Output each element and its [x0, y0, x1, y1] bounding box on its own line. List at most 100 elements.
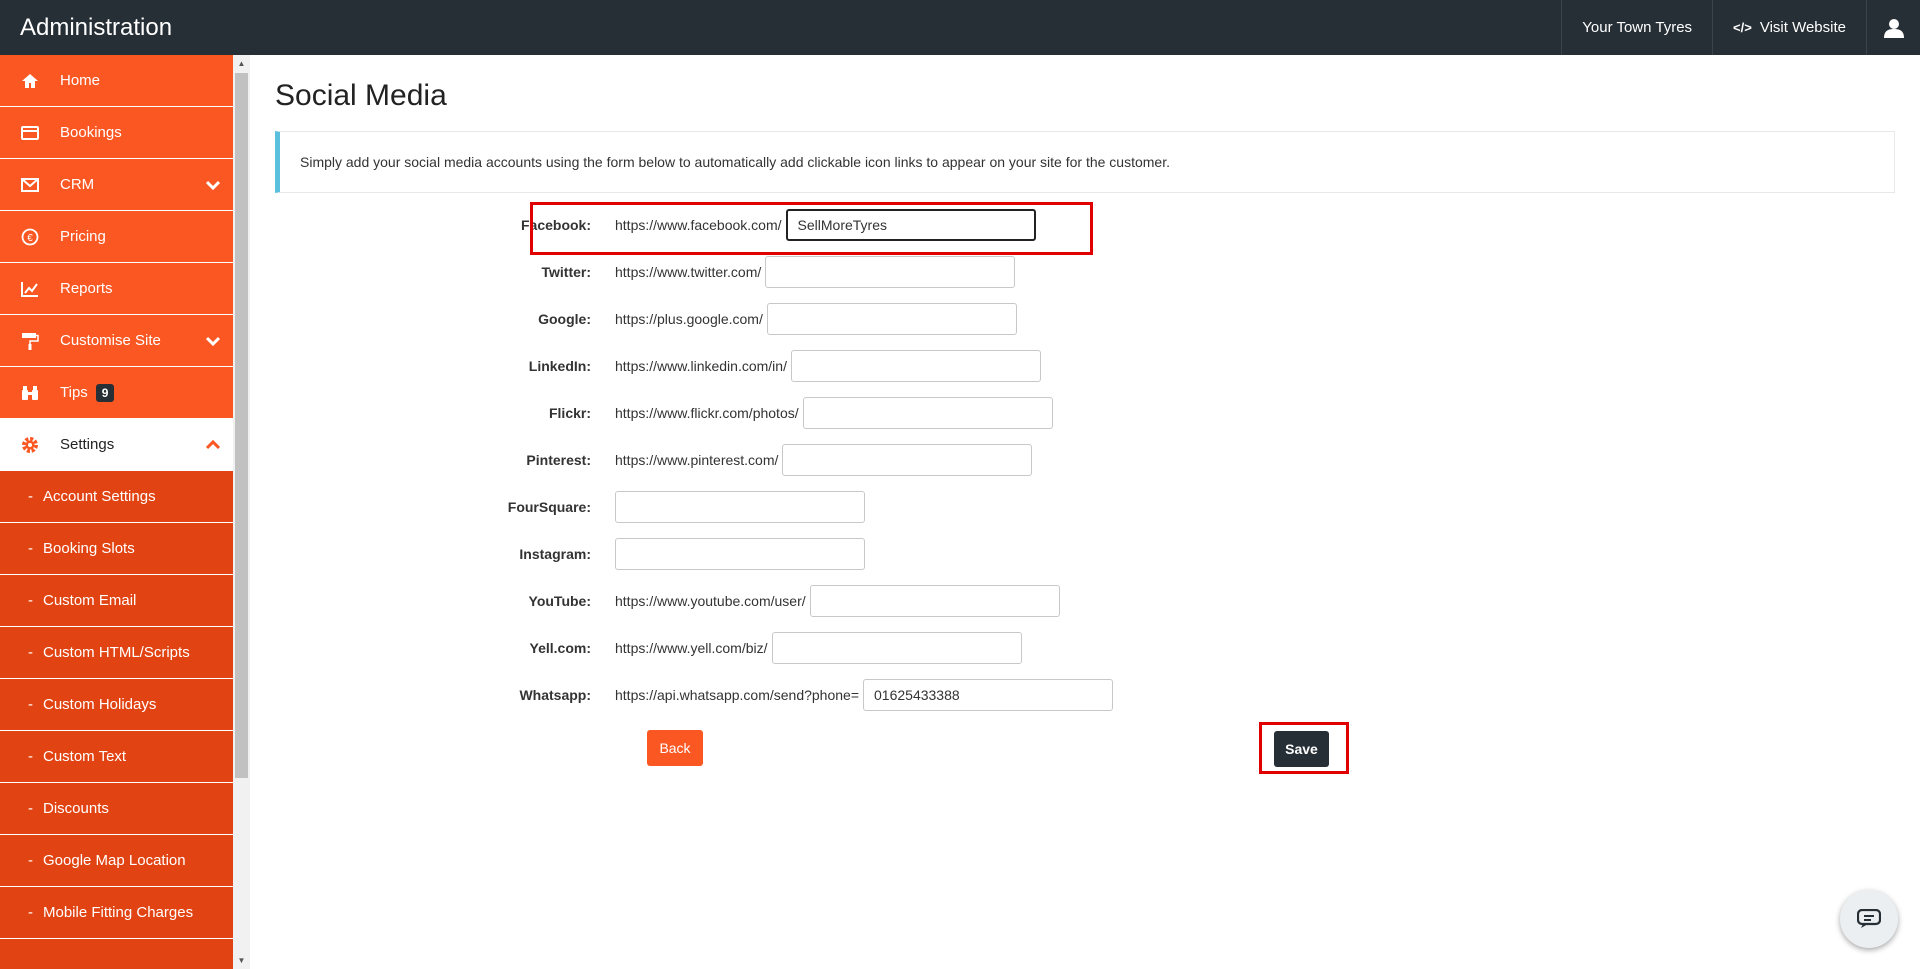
- twitter-input[interactable]: [765, 256, 1016, 288]
- visit-website-label: Visit Website: [1759, 19, 1846, 36]
- pinterest-prefix: https://www.pinterest.com/: [615, 452, 779, 468]
- scroll-up-arrow-icon[interactable]: ▲: [233, 55, 250, 72]
- flickr-prefix: https://www.flickr.com/photos/: [615, 405, 799, 421]
- user-icon: [1883, 18, 1904, 38]
- youtube-label: YouTube:: [528, 593, 591, 609]
- sidebar-subitem-account-settings[interactable]: - Account Settings: [0, 471, 233, 523]
- sidebar-subitem-more[interactable]: [0, 939, 233, 969]
- yell-input[interactable]: [771, 632, 1022, 664]
- user-menu-button[interactable]: [1866, 0, 1920, 55]
- binoculars-icon: [0, 385, 60, 401]
- foursquare-input[interactable]: [615, 491, 865, 523]
- form-row-instagram: Instagram:: [275, 534, 865, 574]
- sidebar-subitem-mobile-fitting-charges[interactable]: - Mobile Fitting Charges: [0, 887, 233, 939]
- form-row-yell: Yell.com: https://www.yell.com/biz/: [275, 628, 1022, 668]
- yell-label: Yell.com:: [529, 640, 591, 656]
- envelope-icon: [0, 177, 60, 192]
- visit-website-link[interactable]: </> Visit Website: [1712, 0, 1866, 55]
- youtube-prefix: https://www.youtube.com/user/: [615, 593, 806, 609]
- business-name-link[interactable]: Your Town Tyres: [1561, 0, 1712, 55]
- sidebar-item-label: Home: [60, 72, 101, 89]
- sidebar-subitem-booking-slots[interactable]: - Booking Slots: [0, 523, 233, 575]
- form-row-foursquare: FourSquare:: [275, 487, 865, 527]
- tips-label: Tips: [60, 383, 88, 401]
- sidebar-subitem-label: Custom Email: [43, 592, 137, 609]
- card-icon: [0, 125, 60, 140]
- flickr-input[interactable]: [802, 397, 1053, 429]
- instagram-input[interactable]: [615, 538, 865, 570]
- back-button[interactable]: Back: [647, 730, 703, 766]
- save-button[interactable]: Save: [1274, 731, 1329, 767]
- sidebar-subitem-label: Discounts: [43, 800, 109, 817]
- sidebar-item-reports[interactable]: Reports: [0, 263, 233, 315]
- scrollbar-thumb[interactable]: [235, 73, 248, 778]
- chevron-down-icon: [193, 180, 233, 190]
- sidebar-subitem-custom-text[interactable]: - Custom Text: [0, 731, 233, 783]
- chat-widget-button[interactable]: [1840, 890, 1898, 948]
- form-row-google: Google: https://plus.google.com/: [275, 299, 1017, 339]
- code-icon: </>: [1733, 20, 1752, 35]
- foursquare-label: FourSquare:: [507, 499, 591, 515]
- sidebar-subitem-label: Mobile Fitting Charges: [43, 904, 194, 921]
- google-label: Google:: [538, 311, 591, 327]
- whatsapp-input[interactable]: [863, 679, 1114, 711]
- sidebar-item-label: Settings: [60, 436, 115, 453]
- yell-prefix: https://www.yell.com/biz/: [615, 640, 768, 656]
- page-title: Social Media: [275, 79, 447, 112]
- sidebar-subitem-label: Custom Text: [43, 748, 127, 765]
- app-title: Administration: [20, 13, 173, 41]
- sidebar-item-label: CRM: [60, 176, 95, 193]
- twitter-label: Twitter:: [541, 264, 591, 280]
- sidebar-subitem-custom-html-scripts[interactable]: - Custom HTML/Scripts: [0, 627, 233, 679]
- form-row-youtube: YouTube: https://www.youtube.com/user/: [275, 581, 1060, 621]
- facebook-highlight-box: [530, 202, 1093, 255]
- sidebar-subitem-label: Custom HTML/Scripts: [43, 644, 190, 661]
- whatsapp-prefix: https://api.whatsapp.com/send?phone=: [615, 687, 860, 703]
- google-input[interactable]: [766, 303, 1017, 335]
- form-row-whatsapp: Whatsapp: https://api.whatsapp.com/send?…: [275, 675, 1114, 715]
- flickr-label: Flickr:: [548, 405, 591, 421]
- google-prefix: https://plus.google.com/: [615, 311, 763, 327]
- gear-icon: [0, 436, 60, 454]
- form-row-linkedin: LinkedIn: https://www.linkedin.com/in/: [275, 346, 1041, 386]
- instagram-label: Instagram:: [519, 546, 591, 562]
- chevron-down-icon: [193, 336, 233, 346]
- youtube-input[interactable]: [809, 585, 1060, 617]
- twitter-prefix: https://www.twitter.com/: [615, 264, 762, 280]
- scroll-down-arrow-icon[interactable]: ▼: [233, 952, 250, 969]
- sidebar-subitem-custom-holidays[interactable]: - Custom Holidays: [0, 679, 233, 731]
- linkedin-label: LinkedIn:: [528, 358, 591, 374]
- euro-icon: €: [0, 228, 60, 246]
- sidebar-item-label: Bookings: [60, 124, 122, 141]
- sidebar-subitem-discounts[interactable]: - Discounts: [0, 783, 233, 835]
- paint-roller-icon: [0, 332, 60, 350]
- linkedin-input[interactable]: [790, 350, 1041, 382]
- pinterest-input[interactable]: [782, 444, 1033, 476]
- sidebar-item-settings[interactable]: Settings: [0, 419, 233, 471]
- sidebar-item-pricing[interactable]: € Pricing: [0, 211, 233, 263]
- sidebar-subitem-custom-email[interactable]: - Custom Email: [0, 575, 233, 627]
- home-icon: [0, 73, 60, 89]
- sidebar-item-label: Customise Site: [60, 332, 161, 349]
- sidebar-item-crm[interactable]: CRM: [0, 159, 233, 211]
- sidebar-item-tips[interactable]: Tips 9: [0, 367, 233, 419]
- svg-text:€: €: [27, 233, 33, 244]
- sidebar-subitem-google-map-location[interactable]: - Google Map Location: [0, 835, 233, 887]
- sidebar-item-label: Tips 9: [60, 383, 233, 402]
- sidebar-scrollbar[interactable]: ▲ ▼: [233, 55, 250, 969]
- form-row-flickr: Flickr: https://www.flickr.com/photos/: [275, 393, 1053, 433]
- sidebar-item-customise-site[interactable]: Customise Site: [0, 315, 233, 367]
- info-text: Simply add your social media accounts us…: [300, 154, 1170, 170]
- sidebar-subitem-label: Google Map Location: [43, 852, 186, 869]
- sidebar-item-home[interactable]: Home: [0, 55, 233, 107]
- form-row-pinterest: Pinterest: https://www.pinterest.com/: [275, 440, 1033, 480]
- top-bar: Administration Your Town Tyres </> Visit…: [0, 0, 1920, 55]
- sidebar-item-bookings[interactable]: Bookings: [0, 107, 233, 159]
- whatsapp-label: Whatsapp:: [519, 687, 591, 703]
- chevron-up-icon: [193, 439, 233, 450]
- main-content: Social Media Simply add your social medi…: [275, 55, 1895, 193]
- info-callout: Simply add your social media accounts us…: [275, 131, 1895, 193]
- chat-icon: [1857, 909, 1881, 928]
- chart-icon: [0, 281, 60, 297]
- tips-count-badge: 9: [95, 383, 115, 402]
